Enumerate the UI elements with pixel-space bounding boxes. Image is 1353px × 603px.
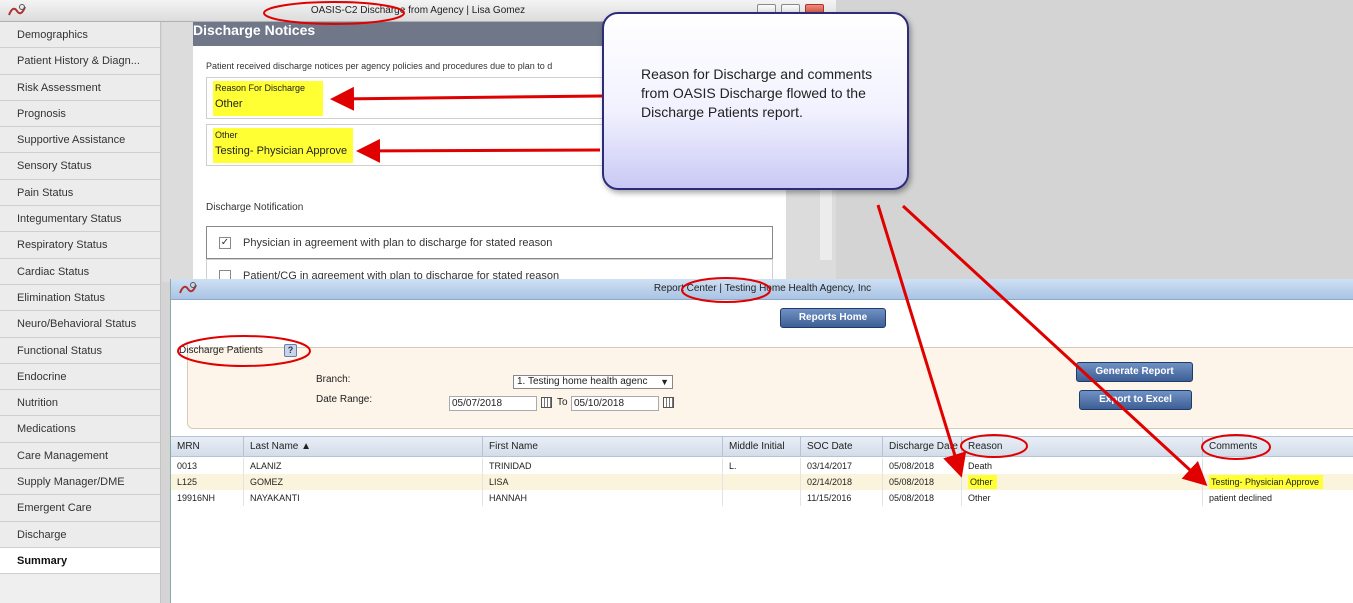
column-header-discharge-date[interactable]: Discharge Date (882, 437, 961, 456)
cell-comments (1202, 458, 1353, 474)
report-center-title: Report Center | Testing Home Health Agen… (653, 283, 872, 294)
sidebar-item[interactable]: Risk Assessment (0, 74, 160, 101)
cell-first-name: LISA (482, 474, 722, 490)
date-range-label: Date Range: (316, 394, 373, 405)
sidebar-item[interactable]: Patient History & Diagn... (0, 48, 160, 75)
sidebar-item[interactable]: Pain Status (0, 179, 160, 207)
reason-for-discharge-value: Other (215, 98, 243, 110)
oasis-sidebar: Demographics Patient History & Diagn... Ri… (0, 22, 161, 603)
help-icon[interactable]: ? (284, 344, 297, 357)
cell-last-name: ALANIZ (243, 458, 482, 474)
date-to-label: To (557, 397, 568, 408)
sidebar-item[interactable]: Supply Manager/DME (0, 469, 160, 496)
sidebar-item[interactable]: Integumentary Status (0, 206, 160, 233)
cell-middle-initial (722, 474, 800, 490)
column-header-soc-date[interactable]: SOC Date (800, 437, 882, 456)
column-header-comments[interactable]: Comments (1202, 437, 1353, 456)
column-header-first-name[interactable]: First Name (482, 437, 722, 456)
branch-label: Branch: (316, 374, 351, 385)
notice-description: Patient received discharge notices per a… (206, 61, 553, 71)
physician-agreement-checkbox[interactable]: ✓ (219, 237, 231, 249)
chevron-down-icon: ▼ (660, 377, 669, 387)
callout-text: Reason for Discharge and comments from O… (641, 66, 873, 120)
sidebar-item[interactable]: Respiratory Status (0, 232, 160, 259)
cell-mrn: L125 (177, 477, 198, 487)
table-row[interactable]: L125 GOMEZ LISA 02/14/2018 05/08/2018 Ot… (171, 474, 1353, 490)
reason-highlight: Reason For Discharge Other (213, 81, 323, 116)
cell-last-name: GOMEZ (243, 474, 482, 490)
physician-agreement-label: Physician in agreement with plan to disc… (243, 237, 553, 249)
discharge-notification-label: Discharge Notification (206, 202, 304, 213)
sidebar-item[interactable]: Sensory Status (0, 153, 160, 180)
discharge-patients-panel (187, 347, 1353, 429)
column-header-middle-initial[interactable]: Middle Initial (722, 437, 800, 456)
cell-reason: Other (961, 490, 1202, 506)
branch-select[interactable]: 1. Testing home health agenc ▼ (513, 375, 673, 389)
reports-home-button[interactable]: Reports Home (780, 308, 886, 328)
cell-mrn: 0013 (177, 461, 198, 471)
cell-mrn: 19916NH (177, 493, 216, 503)
sidebar-item[interactable]: Care Management (0, 442, 160, 470)
sidebar-item[interactable]: Medications (0, 416, 160, 443)
cell-comments-highlighted: Testing- Physician Approve (1202, 474, 1353, 490)
other-reason-label: Other (215, 130, 238, 140)
sidebar-item[interactable]: Neuro/Behavioral Status (0, 311, 160, 338)
cell-reason: Death (961, 458, 1202, 474)
sidebar-item[interactable]: Demographics (0, 22, 160, 49)
cell-discharge-date: 05/08/2018 (882, 458, 961, 474)
cell-soc-date: 03/14/2017 (800, 458, 882, 474)
cell-last-name: NAYAKANTI (243, 490, 482, 506)
column-header-mrn[interactable]: MRN (171, 437, 243, 456)
discharge-patients-title: Discharge Patients (179, 345, 263, 356)
sidebar-item[interactable]: Elimination Status (0, 284, 160, 312)
reason-highlight-text: Other (968, 475, 997, 489)
other-highlight: Other Testing- Physician Approve (213, 128, 353, 163)
cell-first-name: TRINIDAD (482, 458, 722, 474)
cell-discharge-date: 05/08/2018 (882, 474, 961, 490)
column-header-reason[interactable]: Reason (961, 437, 1202, 456)
cell-reason-highlighted: Other (961, 474, 1202, 490)
sidebar-item[interactable]: Cardiac Status (0, 258, 160, 285)
sidebar-item[interactable]: Endocrine (0, 363, 160, 391)
cell-middle-initial: L. (722, 458, 800, 474)
sidebar-item[interactable]: Summary (0, 547, 160, 575)
other-reason-value: Testing- Physician Approve (215, 145, 348, 157)
sidebar-item[interactable]: Emergent Care (0, 495, 160, 522)
sidebar-item[interactable]: Functional Status (0, 337, 160, 364)
reason-for-discharge-label: Reason For Discharge (215, 83, 306, 93)
table-row[interactable]: 0013 ALANIZ TRINIDAD L. 03/14/2017 05/08… (171, 458, 1353, 474)
sidebar-item[interactable]: Discharge (0, 521, 160, 548)
report-center-window: Report Center | Testing Home Health Agen… (170, 279, 1353, 603)
cell-discharge-date: 05/08/2018 (882, 490, 961, 506)
table-header: MRN Last Name ▲ First Name Middle Initia… (171, 436, 1353, 457)
branch-select-value: 1. Testing home health agenc (517, 376, 648, 387)
date-to-input[interactable]: 05/10/2018 (571, 396, 659, 411)
column-header-last-name[interactable]: Last Name ▲ (243, 437, 482, 456)
table-row[interactable]: 19916NH NAYAKANTI HANNAH 11/15/2016 05/0… (171, 490, 1353, 506)
discharge-notices-title: Discharge Notices (193, 22, 316, 38)
date-from-input[interactable]: 05/07/2018 (449, 396, 537, 411)
report-center-titlebar: Report Center | Testing Home Health Agen… (171, 279, 1353, 300)
sidebar-item[interactable]: Nutrition (0, 390, 160, 417)
cell-soc-date: 11/15/2016 (800, 490, 882, 506)
annotation-callout: Reason for Discharge and comments from O… (602, 12, 909, 190)
cell-first-name: HANNAH (482, 490, 722, 506)
cell-soc-date: 02/14/2018 (800, 474, 882, 490)
generate-report-button[interactable]: Generate Report (1076, 362, 1193, 382)
cell-middle-initial (722, 490, 800, 506)
cell-comments: patient declined (1202, 490, 1353, 506)
calendar-icon[interactable] (541, 397, 552, 408)
physician-agreement-row[interactable]: ✓ Physician in agreement with plan to di… (206, 226, 773, 259)
export-to-excel-button[interactable]: Export to Excel (1079, 390, 1192, 410)
sidebar-item[interactable]: Prognosis (0, 100, 160, 128)
sidebar-item[interactable]: Supportive Assistance (0, 127, 160, 154)
calendar-icon[interactable] (663, 397, 674, 408)
comments-highlight-text: Testing- Physician Approve (1209, 475, 1324, 489)
